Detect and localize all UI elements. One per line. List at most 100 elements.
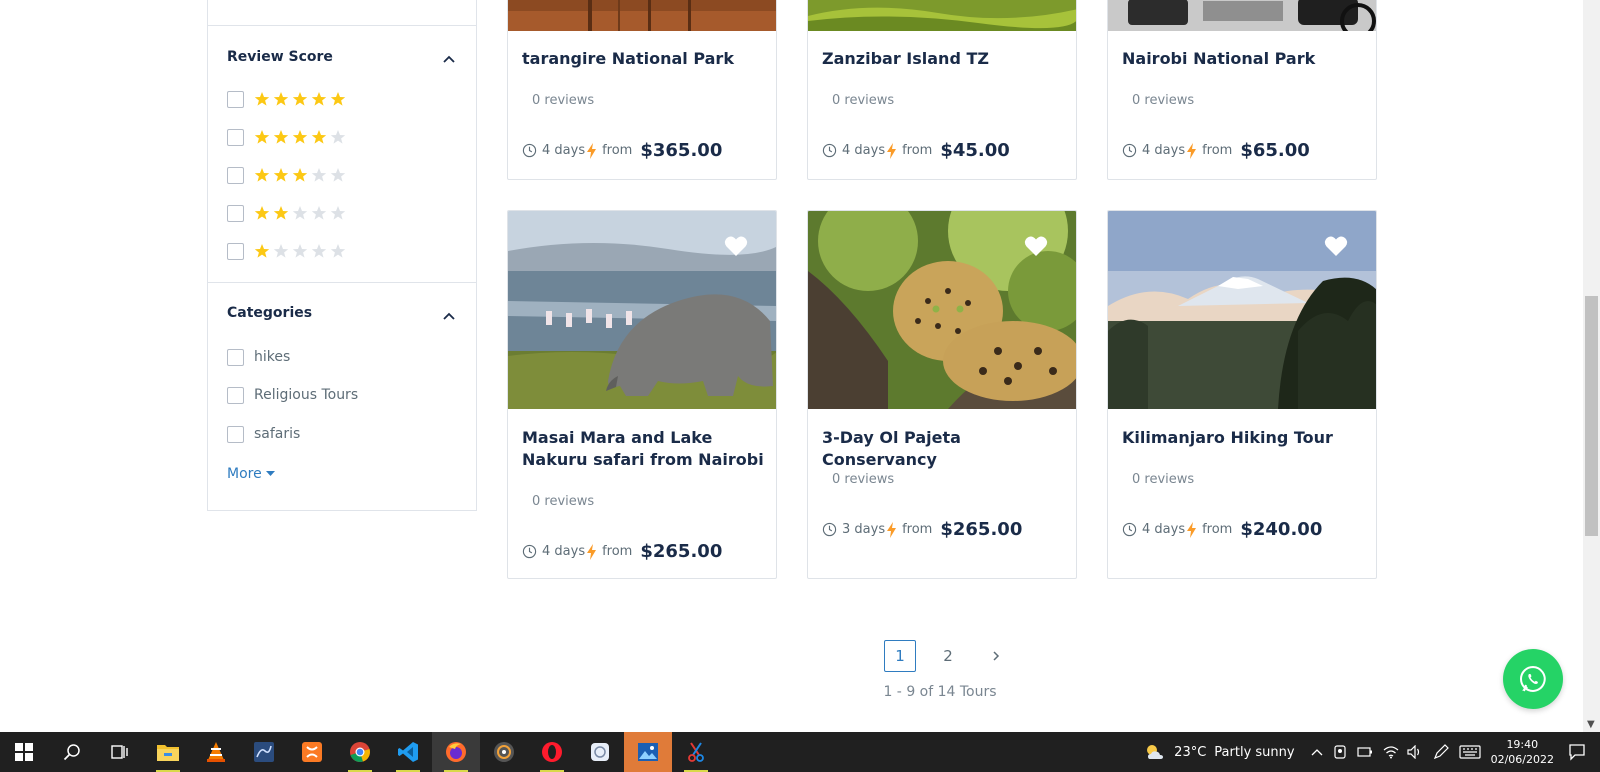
tour-card[interactable]: tarangire National Park 0 reviews 4 days… [507,0,777,180]
tour-image[interactable] [808,0,1076,31]
clock-icon [522,544,537,559]
star-empty-icon [311,168,327,182]
xampp-taskbar[interactable] [288,732,336,772]
vlc-taskbar[interactable] [192,732,240,772]
tour-meta: 4 days from $240.00 [1122,519,1322,540]
tour-image[interactable] [508,0,776,31]
star-rating [254,205,346,221]
file-explorer-taskbar[interactable] [144,732,192,772]
mysql-workbench-taskbar[interactable] [240,732,288,772]
tour-from-label: from [902,143,933,158]
page-viewport: Review Score Categories hikes Religious … [0,0,1583,732]
volume-icon[interactable] [1406,745,1423,759]
tour-title[interactable]: tarangire National Park [522,48,767,70]
weather-partly-sunny-icon[interactable] [1144,743,1166,761]
page-1-button[interactable]: 1 [884,640,916,672]
tour-price: $65.00 [1240,140,1310,161]
heart-icon[interactable] [724,235,748,257]
checkbox-4-stars[interactable] [227,129,244,146]
vscode-taskbar[interactable] [384,732,432,772]
tour-title[interactable]: Zanzibar Island TZ [822,48,1067,70]
task-view-button[interactable] [96,732,144,772]
checkbox-1-stars[interactable] [227,243,244,260]
app-taskbar[interactable] [576,732,624,772]
page-scrollbar[interactable]: ▼ [1583,0,1600,732]
tour-card[interactable]: Masai Mara and Lake Nakuru safari from N… [507,210,777,579]
wifi-icon[interactable] [1383,745,1399,759]
bolt-icon [587,142,597,159]
checkbox-religious-tours[interactable] [227,387,244,404]
more-categories-link[interactable]: More [227,466,275,482]
tour-card[interactable]: 3-Day Ol Pajeta Conservancy 0 reviews 3 … [807,210,1077,579]
firefox-icon [446,742,466,762]
checkbox-5-stars[interactable] [227,91,244,108]
scrollbar-thumb[interactable] [1585,296,1598,536]
opera-taskbar[interactable] [528,732,576,772]
start-icon [15,743,33,761]
star-filled-icon [311,130,327,144]
start-button[interactable] [0,732,48,772]
weather-description[interactable]: Partly sunny [1214,745,1294,760]
tour-duration: 4 days [1142,143,1186,158]
tour-title[interactable]: Kilimanjaro Hiking Tour [1122,427,1367,449]
tour-image[interactable] [808,211,1076,409]
meet-now-icon[interactable] [1333,744,1347,760]
vscode-icon [398,742,418,762]
tour-image[interactable] [1108,211,1376,409]
clock[interactable]: 19:40 02/06/2022 [1491,737,1554,767]
next-page-button[interactable] [980,640,1012,672]
tour-card[interactable]: Zanzibar Island TZ 0 reviews 4 days from… [807,0,1077,180]
snipping-tool-taskbar[interactable] [672,732,720,772]
battery-icon[interactable] [1356,745,1373,759]
media-player-taskbar[interactable] [480,732,528,772]
whatsapp-button[interactable] [1503,649,1563,709]
bolt-icon [587,543,597,560]
tour-title[interactable]: Nairobi National Park [1122,48,1367,70]
tour-image[interactable] [508,211,776,409]
notifications-icon[interactable] [1568,743,1586,761]
tour-title[interactable]: 3-Day Ol Pajeta Conservancy [822,427,1067,471]
checkbox-hikes[interactable] [227,349,244,366]
tour-title[interactable]: Masai Mara and Lake Nakuru safari from N… [522,427,767,471]
touch-keyboard-icon[interactable] [1458,745,1481,759]
checkbox-2-stars[interactable] [227,205,244,222]
chrome-taskbar[interactable] [336,732,384,772]
chevron-right-icon [993,651,1000,661]
tour-from-label: from [602,544,633,559]
file-explorer-icon [157,745,179,761]
tour-from-label: from [1202,143,1233,158]
pagination: 1 2 [884,640,1012,672]
star-filled-icon [273,130,289,144]
firefox-taskbar[interactable] [432,732,480,772]
pen-icon[interactable] [1433,744,1449,760]
checkbox-3-stars[interactable] [227,167,244,184]
clock-icon [1122,143,1137,158]
scroll-down-arrow-icon[interactable]: ▼ [1587,719,1595,730]
tour-image[interactable] [1108,0,1376,31]
clock-date: 02/06/2022 [1490,753,1554,766]
tour-card[interactable]: Nairobi National Park 0 reviews 4 days f… [1107,0,1377,180]
category-label: Religious Tours [254,387,359,403]
app-icon [591,743,609,761]
heart-icon[interactable] [1324,235,1348,257]
tour-card[interactable]: Kilimanjaro Hiking Tour 0 reviews 4 days… [1107,210,1377,579]
search-button[interactable] [48,732,96,772]
tour-reviews: 0 reviews [832,472,895,487]
star-filled-icon [292,168,308,182]
weather-temperature[interactable]: 23°C [1174,745,1206,760]
star-filled-icon [311,92,327,106]
chevron-up-icon[interactable] [442,309,456,323]
chevron-up-icon[interactable] [1311,748,1323,756]
caret-down-icon [265,471,275,476]
page-2-button[interactable]: 2 [932,640,964,672]
star-filled-icon [292,130,308,144]
star-filled-icon [273,206,289,220]
whatsapp-icon [1520,665,1546,693]
photos-taskbar[interactable] [624,732,672,772]
heart-icon[interactable] [1024,235,1048,257]
star-filled-icon [254,130,270,144]
star-filled-icon [254,206,270,220]
chevron-up-icon[interactable] [442,52,456,66]
checkbox-safaris[interactable] [227,426,244,443]
star-rating [254,243,346,259]
